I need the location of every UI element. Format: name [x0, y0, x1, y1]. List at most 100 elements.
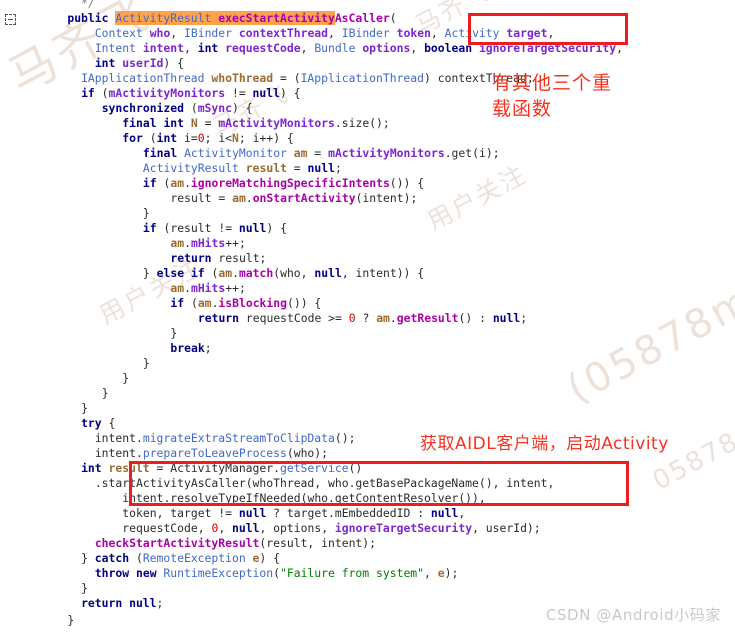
code-token: null — [232, 521, 260, 535]
code-token: (who); — [286, 446, 329, 460]
code-token: ? target. — [266, 506, 335, 520]
code-line: intent.prepareToLeaveProcess(who); — [0, 446, 328, 461]
code-token: Bundle — [314, 41, 363, 55]
code-token: mSync — [197, 101, 232, 115]
code-token: if — [81, 86, 102, 100]
code-token: (); — [334, 431, 356, 445]
code-token: am — [170, 281, 185, 295]
code-token: IBinder — [341, 26, 397, 40]
code-token: am — [170, 236, 185, 250]
code-token: throw new — [94, 566, 164, 580]
code-token: = — [286, 161, 308, 175]
code-line: public ActivityResult execStartActivityA… — [0, 11, 397, 26]
code-token: ; — [204, 341, 212, 355]
code-token: mActivityMonitors — [328, 146, 445, 160]
code-token: whoThread — [211, 71, 274, 85]
code-token: am — [232, 191, 246, 205]
code-token: ( — [273, 566, 280, 580]
code-token: intent. — [94, 431, 143, 445]
code-line: if (am.isBlocking()) { — [0, 296, 321, 311]
code-token: . — [245, 191, 253, 205]
code-line: } — [0, 356, 150, 371]
code-token: mHits — [190, 236, 226, 250]
code-token: } — [81, 551, 95, 565]
code-token: ()) { — [286, 296, 322, 310]
code-token: final — [142, 146, 185, 160]
code-token: null — [238, 221, 267, 235]
code-token: ( — [135, 551, 143, 565]
code-token: N — [232, 131, 239, 145]
code-token: , — [430, 26, 445, 40]
code-line: synchronized (mSync) { — [0, 101, 253, 116]
code-token: (intent); — [355, 191, 418, 205]
code-token: else if — [156, 266, 212, 280]
code-token: null — [252, 86, 280, 100]
code-line: } — [0, 613, 74, 628]
code-token: am — [197, 296, 212, 310]
code-token: isBlocking — [218, 296, 287, 310]
code-token: } — [142, 266, 157, 280]
code-line: if (mActivityMonitors != null) { — [0, 86, 300, 101]
code-token: ( — [190, 101, 198, 115]
code-token: int — [156, 131, 185, 145]
code-token: mActivityMonitors — [108, 86, 226, 100]
code-token: null — [238, 506, 267, 520]
code-token: : — [410, 506, 431, 520]
code-token: } — [81, 581, 88, 595]
code-token: ; — [334, 161, 342, 175]
code-token: checkStartActivityResult — [94, 536, 260, 550]
code-line: intent.migrateExtraStreamToClipData(); — [0, 431, 356, 446]
code-token: != — [225, 86, 253, 100]
code-line: return result; — [0, 251, 266, 266]
code-token: . — [184, 176, 191, 190]
code-fold-icon[interactable] — [5, 14, 16, 25]
code-line: requestCode, 0, null, options, ignoreTar… — [0, 521, 540, 536]
code-token: token — [396, 26, 431, 40]
code-token: e — [437, 566, 445, 580]
code-line: if (result != null) { — [0, 221, 287, 236]
code-token: execStartActivity — [218, 11, 335, 25]
code-token: try — [81, 416, 109, 430]
code-token: . — [184, 281, 191, 295]
code-line: ActivityResult result = null; — [0, 161, 342, 176]
code-token: ) { — [266, 221, 287, 235]
code-token: mHits — [190, 281, 226, 295]
code-token: ++; — [225, 281, 246, 295]
code-line: try { — [0, 416, 115, 431]
code-token: , — [328, 26, 342, 40]
code-token: catch — [94, 551, 136, 565]
code-token: ( — [389, 11, 397, 25]
code-token: am — [376, 311, 390, 325]
code-token: ( — [190, 296, 198, 310]
code-token: if — [142, 221, 164, 235]
code-token: .get(i); — [444, 146, 500, 160]
code-token: ()) { — [389, 176, 425, 190]
code-line: break; — [0, 341, 212, 356]
code-token: result = — [170, 191, 233, 205]
code-token: match — [238, 266, 274, 280]
highlight-box-activity-target — [468, 13, 628, 45]
code-token: { — [108, 416, 116, 430]
code-token: ) { — [259, 551, 280, 565]
code-token: for — [122, 131, 150, 145]
code-token: int — [81, 461, 109, 475]
code-token: if — [142, 176, 164, 190]
code-token: userId — [122, 56, 164, 70]
code-token: who — [149, 26, 171, 40]
code-token: null — [492, 311, 521, 325]
code-token: if — [170, 296, 191, 310]
code-line: } — [0, 386, 109, 401]
code-token: () : — [458, 311, 493, 325]
code-token: } — [142, 206, 150, 220]
code-token: am — [170, 176, 185, 190]
code-token: , — [410, 41, 425, 55]
code-token: ActivityMonitor — [184, 146, 294, 160]
code-token: return — [81, 596, 130, 610]
code-token: } — [81, 401, 88, 415]
code-token: (result != — [163, 221, 239, 235]
code-token: ? — [355, 311, 377, 325]
code-token: contextThread — [238, 26, 329, 40]
code-token: return — [197, 311, 246, 325]
code-token: IBinder — [184, 26, 239, 40]
code-line: IApplicationThread whoThread = (IApplica… — [0, 71, 534, 86]
